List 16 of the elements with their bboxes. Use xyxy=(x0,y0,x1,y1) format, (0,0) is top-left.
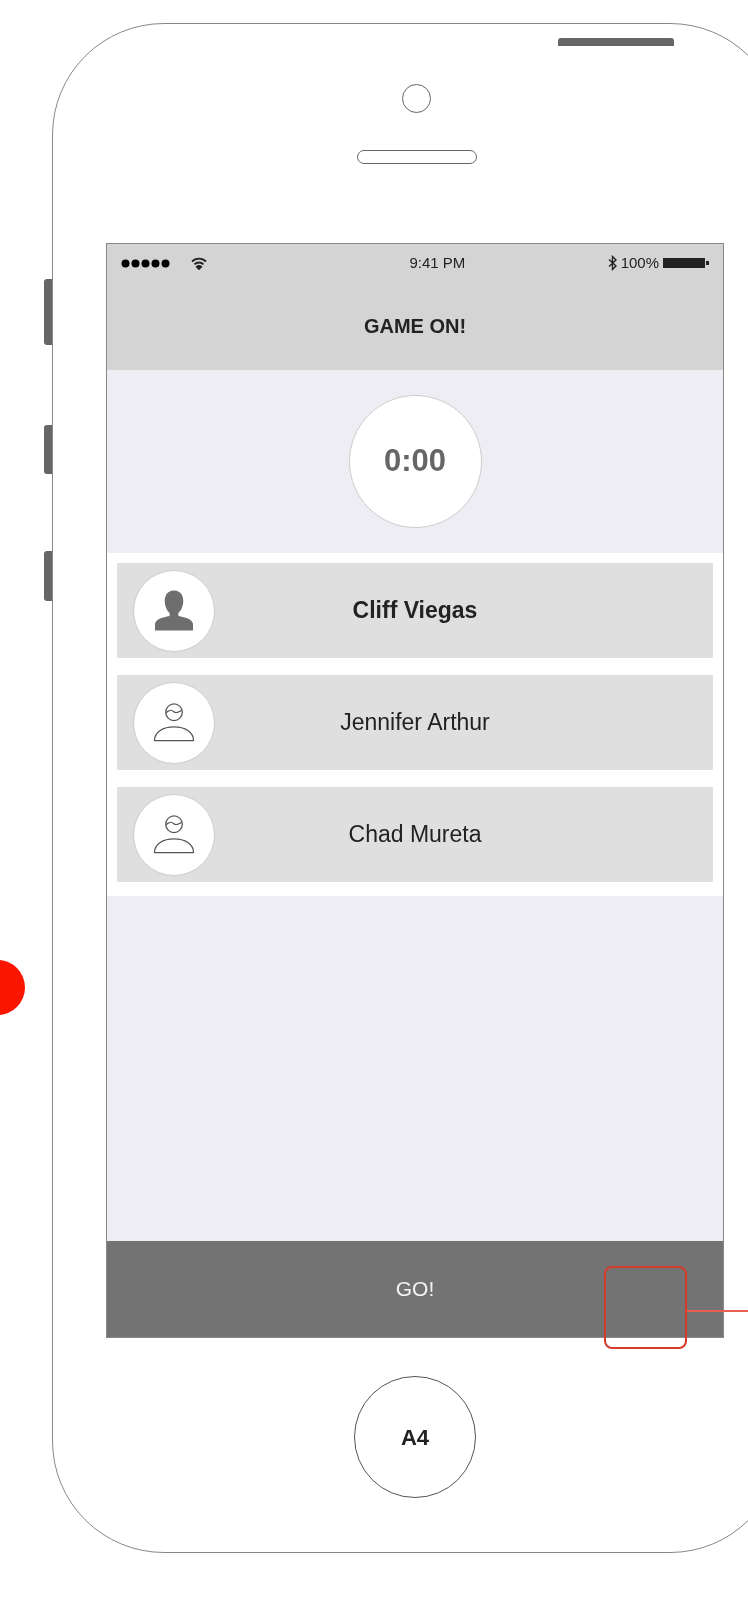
bluetooth-icon xyxy=(607,255,617,271)
player-name: Chad Mureta xyxy=(347,820,483,850)
player-name: Cliff Viegas xyxy=(351,596,479,626)
player-name: Jennifer Arthur xyxy=(339,708,491,738)
leader-line xyxy=(687,1310,748,1312)
go-button[interactable]: GO! xyxy=(107,1241,723,1337)
player-row[interactable]: Chad Mureta xyxy=(117,787,713,882)
player-row[interactable]: Cliff Viegas xyxy=(117,563,713,658)
player-row[interactable]: Jennifer Arthur xyxy=(117,675,713,770)
battery-icon xyxy=(663,257,709,269)
timer-display: 0:00 xyxy=(348,395,482,528)
wifi-icon xyxy=(191,256,207,270)
status-time: 9:41 PM xyxy=(409,252,466,273)
screen-title: GAME ON! xyxy=(363,314,467,339)
battery-percentage: 100% xyxy=(620,252,659,273)
home-button[interactable]: A4 xyxy=(354,1376,476,1498)
